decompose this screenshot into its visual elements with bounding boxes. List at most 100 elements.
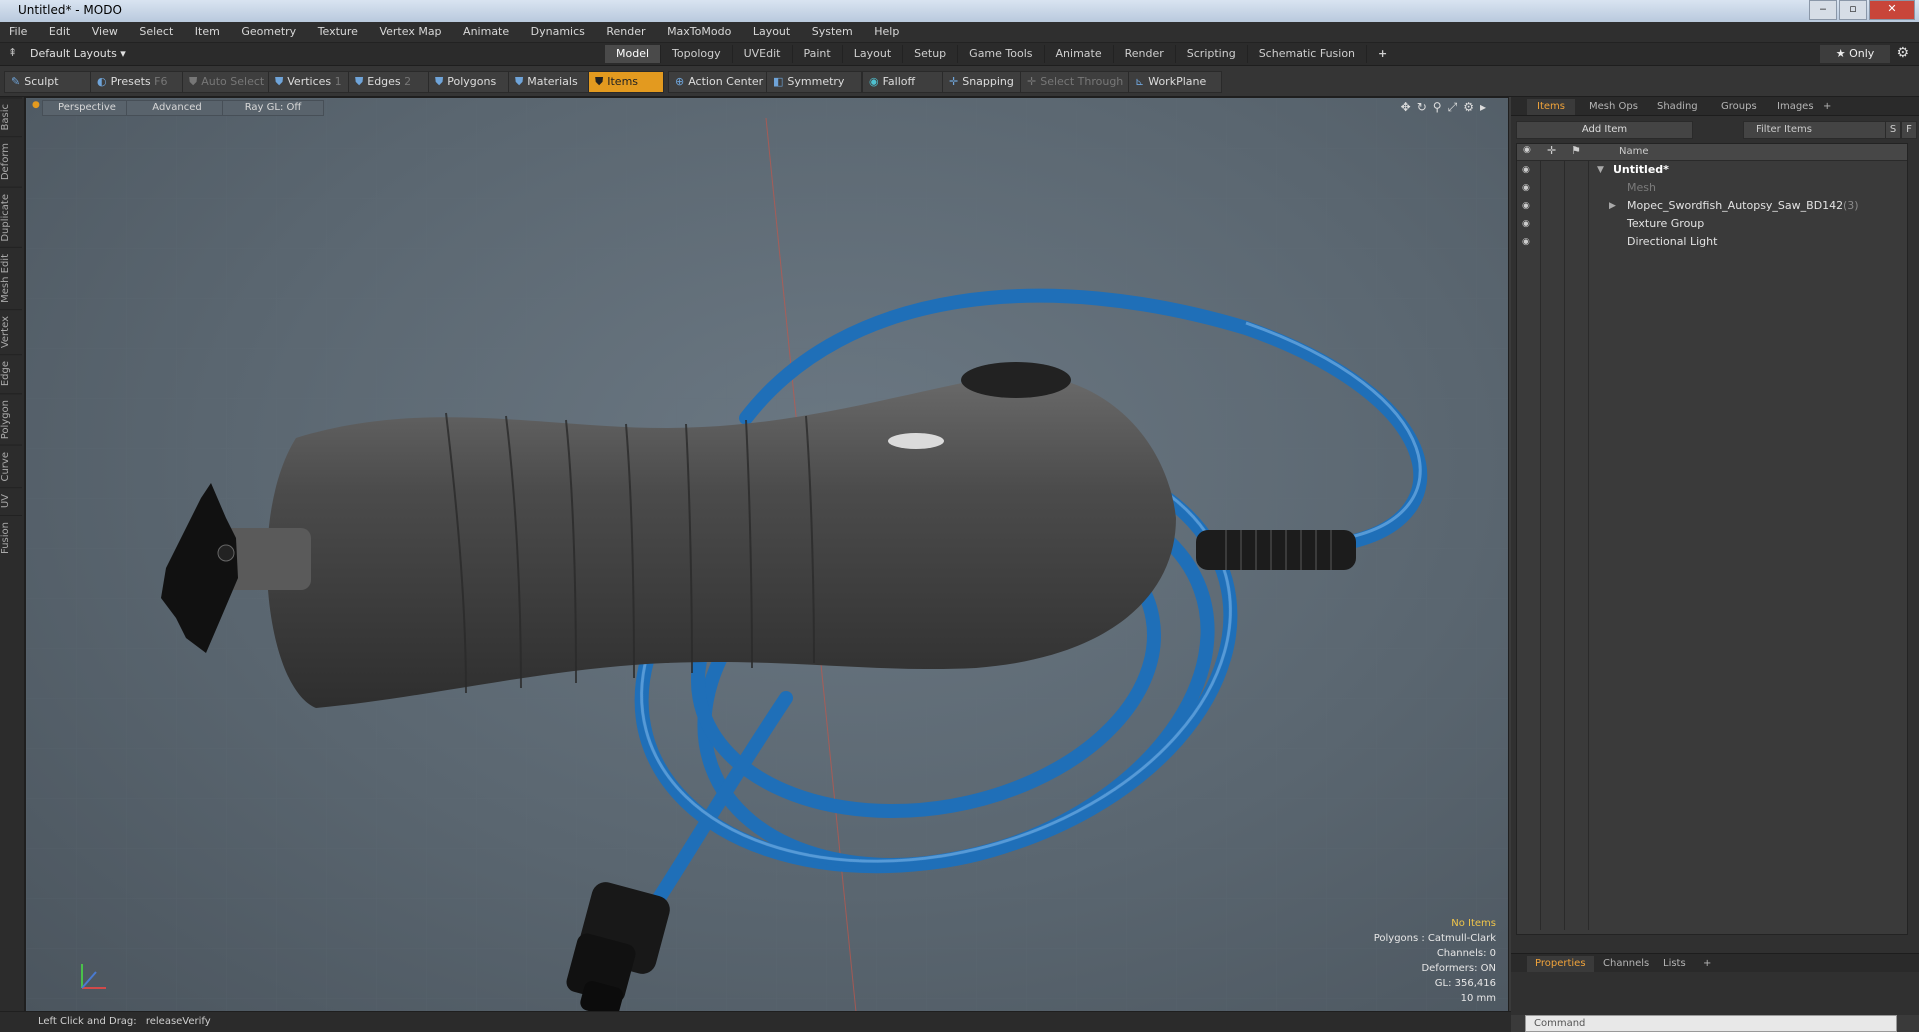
menu-geometry[interactable]: Geometry (232, 22, 305, 42)
eye-icon[interactable]: ◉ (1522, 215, 1530, 233)
action-center-button[interactable]: ⊕ Action Center (668, 71, 772, 93)
tab-animate[interactable]: Animate (1045, 45, 1114, 63)
tab-layout[interactable]: Layout (843, 45, 904, 63)
list-item[interactable]: ◉ Directional Light (1517, 233, 1907, 251)
menu-maxtomodo[interactable]: MaxToModo (658, 22, 740, 42)
menu-system[interactable]: System (803, 22, 862, 42)
select-through-button[interactable]: ✛ Select Through (1020, 71, 1138, 93)
eye-icon[interactable]: ◉ (1522, 179, 1530, 197)
tab-render[interactable]: Render (1114, 45, 1176, 63)
add-item-dropdown[interactable]: Add Item (1516, 121, 1693, 139)
list-item[interactable]: ◉ Mesh (1517, 179, 1907, 197)
collapse-icon[interactable]: ▼ (1597, 161, 1604, 179)
tab-uv[interactable]: UV (0, 487, 22, 515)
workplane-icon: ⊾ (1135, 75, 1145, 88)
menu-select[interactable]: Select (130, 22, 182, 42)
tab-channels[interactable]: Channels (1595, 956, 1657, 972)
tab-polygon[interactable]: Polygon (0, 392, 22, 445)
expand-icon[interactable]: ▶ (1609, 197, 1616, 215)
tab-basic[interactable]: Basic (0, 97, 22, 137)
polygons-button[interactable]: ⛊ Polygons (428, 71, 514, 93)
visibility-header-icon: ◉ (1523, 145, 1531, 155)
tab-vertex[interactable]: Vertex (0, 309, 22, 355)
raygl-button[interactable]: Ray GL: Off (222, 100, 324, 116)
command-input[interactable]: Command (1525, 1015, 1897, 1032)
eye-icon[interactable]: ◉ (1522, 161, 1530, 179)
only-button[interactable]: ★ Only (1820, 45, 1890, 63)
eye-icon[interactable]: ◉ (1522, 197, 1530, 215)
tab-curve[interactable]: Curve (0, 444, 22, 488)
3d-viewport[interactable]: ● Perspective Advanced Ray GL: Off ✥↻⚲⤢⚙… (25, 97, 1509, 1013)
menu-item[interactable]: Item (186, 22, 229, 42)
tab-scripting[interactable]: Scripting (1176, 45, 1248, 63)
tab-schematic-fusion[interactable]: Schematic Fusion (1248, 45, 1368, 63)
perspective-button[interactable]: Perspective (42, 100, 132, 116)
viewport-dot-icon[interactable]: ● (32, 100, 40, 110)
list-item[interactable]: ◉ Texture Group (1517, 215, 1907, 233)
viewport-gear-icon[interactable]: ⚙ (1463, 100, 1480, 114)
snapping-button[interactable]: ✛ Snapping (942, 71, 1030, 93)
tab-paint[interactable]: Paint (793, 45, 843, 63)
add-tab-button[interactable]: + (1367, 45, 1398, 63)
viewport-header: ● Perspective Advanced Ray GL: Off ✥↻⚲⤢⚙… (26, 98, 1508, 116)
tab-mesh-edit[interactable]: Mesh Edit (0, 247, 22, 310)
maximize-button[interactable]: ▫ (1839, 0, 1867, 20)
menu-view[interactable]: View (83, 22, 127, 42)
workplane-button[interactable]: ⊾ WorkPlane (1128, 71, 1222, 93)
list-item[interactable]: ◉ ▶ Mopec_Swordfish_Autopsy_Saw_BD142 (3… (1517, 197, 1907, 215)
items-button[interactable]: ⛊ Items (588, 71, 664, 93)
tab-shading[interactable]: Shading (1647, 99, 1708, 115)
rotate-icon[interactable]: ↻ (1417, 100, 1433, 114)
tab-deform[interactable]: Deform (0, 136, 22, 187)
symmetry-button[interactable]: ◧ Symmetry (766, 71, 862, 93)
tab-fusion[interactable]: Fusion (0, 514, 22, 560)
pan-icon[interactable]: ✥ (1401, 100, 1417, 114)
presets-button[interactable]: ◐ Presets F6 (90, 71, 184, 93)
vertices-button[interactable]: ⛊ Vertices 1 (268, 71, 356, 93)
tab-setup[interactable]: Setup (903, 45, 959, 63)
menu-texture[interactable]: Texture (309, 22, 367, 42)
menu-edit[interactable]: Edit (40, 22, 79, 42)
tab-groups[interactable]: Groups (1711, 99, 1767, 115)
tab-model[interactable]: Model (605, 45, 662, 63)
tab-topology[interactable]: Topology (661, 45, 733, 63)
menu-render[interactable]: Render (597, 22, 654, 42)
menu-help[interactable]: Help (865, 22, 908, 42)
filter-f-button[interactable]: F (1901, 121, 1917, 139)
menu-animate[interactable]: Animate (454, 22, 518, 42)
menu-vertex-map[interactable]: Vertex Map (370, 22, 450, 42)
tab-edge[interactable]: Edge (0, 354, 22, 393)
eye-icon[interactable]: ◉ (1522, 233, 1530, 251)
tab-mesh-ops[interactable]: Mesh Ops (1579, 99, 1648, 115)
materials-button[interactable]: ⛊ Materials (508, 71, 592, 93)
tab-items[interactable]: Items (1527, 99, 1575, 115)
sculpt-button[interactable]: ✎ Sculpt (4, 71, 98, 93)
menu-dynamics[interactable]: Dynamics (522, 22, 594, 42)
menu-file[interactable]: File (0, 22, 36, 42)
edges-button[interactable]: ⛊ Edges 2 (348, 71, 436, 93)
menu-layout[interactable]: Layout (744, 22, 799, 42)
auto-select-button[interactable]: ⛊ Auto Select (182, 71, 276, 93)
item-list-header: ◉ ✛ ⚑ Name (1517, 144, 1907, 161)
viewport-menu-icon[interactable]: ▸ (1480, 100, 1492, 114)
material-icon: ⛊ (515, 75, 524, 88)
filter-s-button[interactable]: S (1885, 121, 1901, 139)
close-button[interactable]: ✕ (1869, 0, 1915, 20)
add-panel-tab-button[interactable]: + (1813, 99, 1841, 115)
layout-up-icon[interactable]: ⇞ (8, 46, 17, 59)
list-item[interactable]: ◉ ▼ Untitled* (1517, 161, 1907, 179)
tab-duplicate[interactable]: Duplicate (0, 186, 22, 248)
tab-lists[interactable]: Lists (1655, 956, 1694, 972)
zoom-icon[interactable]: ⚲ (1433, 100, 1448, 114)
add-prop-tab-button[interactable]: + (1695, 956, 1719, 972)
tab-game-tools[interactable]: Game Tools (958, 45, 1045, 63)
advanced-button[interactable]: Advanced (126, 100, 228, 116)
tab-properties[interactable]: Properties (1527, 956, 1594, 972)
fit-icon[interactable]: ⤢ (1448, 100, 1464, 114)
minimize-button[interactable]: ‒ (1809, 0, 1837, 20)
info-deformers: Deformers: ON (1421, 963, 1496, 974)
tab-uvedit[interactable]: UVEdit (733, 45, 793, 63)
layout-dropdown[interactable]: Default Layouts ▾ (30, 47, 126, 60)
filter-items-input[interactable]: Filter Items (1743, 121, 1907, 139)
gear-icon[interactable]: ⚙ (1896, 45, 1909, 61)
